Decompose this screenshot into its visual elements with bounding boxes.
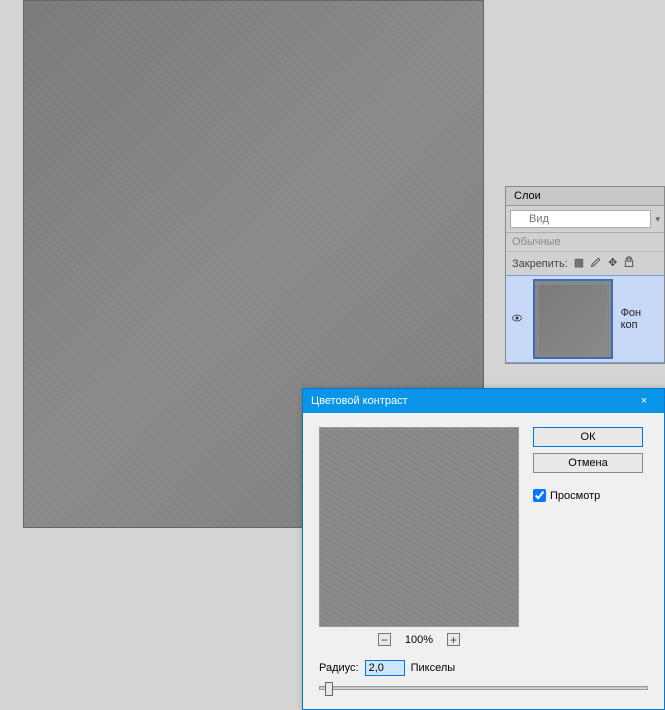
layers-search-row: 🔍 ▾ <box>506 206 664 233</box>
zoom-controls: − 100% + <box>319 633 519 646</box>
blend-mode-select[interactable]: Обычные <box>506 233 664 252</box>
preview-checkbox-row[interactable]: Просмотр <box>533 489 643 502</box>
preview-checkbox[interactable] <box>533 489 546 502</box>
radius-slider-row <box>303 680 664 700</box>
visibility-toggle-icon[interactable] <box>509 312 525 327</box>
filter-preview[interactable] <box>319 427 519 627</box>
dialog-titlebar[interactable]: Цветовой контраст × <box>303 389 664 413</box>
layer-thumbnail[interactable] <box>533 279 613 359</box>
radius-units-label: Пикселы <box>411 662 456 674</box>
layers-tab[interactable]: Слои <box>506 187 664 206</box>
radius-label: Радиус: <box>319 662 359 674</box>
preview-checkbox-label: Просмотр <box>550 490 600 502</box>
layer-name-label[interactable]: Фон коп <box>621 307 661 331</box>
radius-row: Радиус: Пикселы <box>303 656 664 680</box>
radius-slider[interactable] <box>319 686 648 690</box>
lock-row: Закрепить: ▩ ✥ <box>506 252 664 275</box>
lock-position-icon[interactable]: ✥ <box>608 256 617 271</box>
lock-label: Закрепить: <box>512 258 568 270</box>
layer-row[interactable]: Фон коп <box>506 275 664 363</box>
close-icon[interactable]: × <box>624 389 664 413</box>
zoom-out-button[interactable]: − <box>378 633 391 646</box>
zoom-in-button[interactable]: + <box>447 633 460 646</box>
lock-brush-icon[interactable] <box>590 256 602 271</box>
radius-input[interactable] <box>365 660 405 676</box>
lock-pixels-icon[interactable]: ▩ <box>574 256 584 271</box>
radius-slider-thumb[interactable] <box>325 682 333 696</box>
zoom-percent-label: 100% <box>405 634 433 646</box>
high-pass-dialog: Цветовой контраст × − 100% + ОК Отмена П… <box>302 388 665 710</box>
cancel-button[interactable]: Отмена <box>533 453 643 473</box>
chevron-down-icon[interactable]: ▾ <box>655 214 660 225</box>
dialog-title-text: Цветовой контраст <box>311 395 408 407</box>
lock-all-icon[interactable] <box>623 256 635 271</box>
ok-button[interactable]: ОК <box>533 427 643 447</box>
layers-panel: Слои 🔍 ▾ Обычные Закрепить: ▩ ✥ Фон коп <box>505 186 665 364</box>
layer-kind-select[interactable] <box>510 210 651 228</box>
